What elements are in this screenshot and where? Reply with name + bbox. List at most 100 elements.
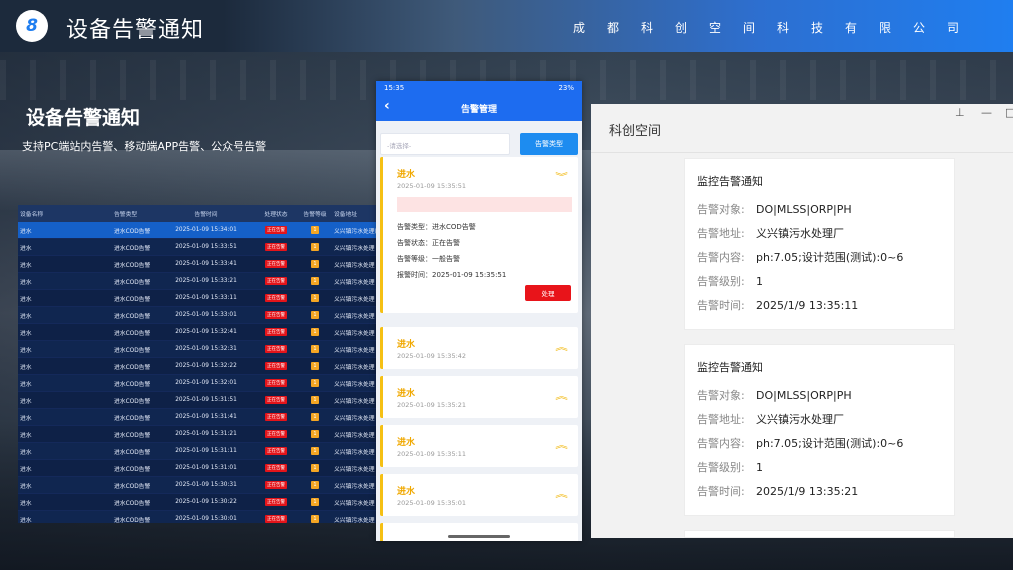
cell-alarm-type: 进水COD告警 — [114, 415, 151, 422]
chevron-up-icon[interactable]: ︽ — [555, 340, 568, 353]
handle-button[interactable]: 处理 — [525, 285, 571, 301]
alarm-notice-card[interactable]: 监控告警通知 告警对象: DO|MLSS|ORP|PH 告警地址: 义兴镇污水处理厂… — [684, 158, 955, 330]
table-row[interactable]: 进水 进水COD告警 2025-01-09 15:33:41 正在告警 1 义兴镇污水处理 — [18, 256, 378, 273]
card-title: 进水 — [397, 487, 416, 497]
status-badge: 正在告警 — [265, 345, 287, 353]
chevron-down-icon[interactable]: ︾ — [555, 170, 568, 183]
table-row[interactable]: 进水 进水COD告警 2025-01-09 15:34:01 正在告警 1 义兴镇污水处理… — [18, 222, 378, 239]
table-row[interactable]: 进水 进水COD告警 2025-01-09 15:31:01 正在告警 1 义兴镇污水处理 — [18, 460, 378, 477]
table-row[interactable]: 进水 进水COD告警 2025-01-09 15:30:01 正在告警 1 义兴镇污水处理 — [18, 511, 378, 523]
col-status[interactable]: 处理状态 — [256, 209, 296, 218]
status-badge: 正在告警 — [265, 447, 287, 455]
cell-alarm-type: 进水COD告警 — [114, 517, 151, 524]
slide-number-badge: 8 — [16, 10, 48, 42]
table-row[interactable]: 进水 进水COD告警 2025-01-09 15:33:51 正在告警 1 义兴镇污水处理 — [18, 239, 378, 256]
level-badge: 1 — [311, 260, 319, 268]
cell-device-name: 进水 — [20, 381, 32, 388]
status-badge: 正在告警 — [265, 294, 287, 302]
col-level[interactable]: 告警等级 — [296, 209, 334, 218]
cell-device-name: 进水 — [20, 483, 32, 490]
card-title: 进水 — [397, 438, 416, 448]
alarm-notice-card[interactable]: 监控告警通知 告警对象: DO|MLSS|ORP|PH 告警地址: 义兴镇污水处理厂… — [684, 344, 955, 516]
col-address[interactable]: 设备地址 — [334, 209, 378, 218]
phone-status-bar: 15:35 23% — [376, 81, 582, 95]
cell-level: 1 — [296, 515, 334, 523]
table-row[interactable]: 进水 进水COD告警 2025-01-09 15:30:22 正在告警 1 义兴镇污水处理 — [18, 494, 378, 511]
card-time: 2025-01-09 15:35:11 — [397, 450, 467, 458]
cell-alarm-type: 进水COD告警 — [114, 381, 151, 388]
card-time: 2025-01-09 15:35:51 — [397, 182, 467, 190]
cell-status: 正在告警 — [256, 481, 296, 489]
cell-alarm-time: 2025-01-09 15:31:41 — [175, 414, 237, 420]
table-row[interactable]: 进水 进水COD告警 2025-01-09 15:33:21 正在告警 1 义兴镇污水处理 — [18, 273, 378, 290]
notice-object-row: 告警对象: DO|MLSS|ORP|PH — [697, 387, 852, 403]
table-row[interactable]: 进水 进水COD告警 2025-01-09 15:31:51 正在告警 1 义兴镇污水处理 — [18, 392, 378, 409]
status-badge: 正在告警 — [265, 311, 287, 319]
pc-alarm-table: 设备名称 告警类型 告警时间 处理状态 告警等级 设备地址 进水 进水COD告警 2… — [18, 205, 378, 523]
chevron-up-icon[interactable]: ︽ — [555, 389, 568, 402]
cell-status: 正在告警 — [256, 294, 296, 302]
level-badge: 1 — [311, 226, 319, 234]
level-badge: 1 — [311, 413, 319, 421]
table-row[interactable]: 进水 进水COD告警 2025-01-09 15:33:01 正在告警 1 义兴镇污水处理 — [18, 307, 378, 324]
col-alarm-time[interactable]: 告警时间 — [156, 209, 256, 218]
cell-alarm-time: 2025-01-09 15:31:51 — [175, 397, 237, 403]
cell-alarm-time: 2025-01-09 15:30:31 — [175, 482, 237, 488]
label: 告警级别: — [697, 461, 745, 474]
alarm-card-partial[interactable] — [380, 523, 578, 541]
cell-level: 1 — [296, 430, 334, 438]
table-row[interactable]: 进水 进水COD告警 2025-01-09 15:32:31 正在告警 1 义兴镇污水处理 — [18, 341, 378, 358]
maximize-icon[interactable]: □ — [1005, 106, 1013, 119]
intro-subtitle: 支持PC端站内告警、移动端APP告警、公众号告警 — [22, 140, 267, 153]
cell-alarm-time: 2025-01-09 15:33:11 — [175, 295, 237, 301]
cell-address: 义兴镇污水处理 — [334, 483, 375, 490]
table-row[interactable]: 进水 进水COD告警 2025-01-09 15:31:41 正在告警 1 义兴镇污水处理 — [18, 409, 378, 426]
table-row[interactable]: 进水 进水COD告警 2025-01-09 15:31:11 正在告警 1 义兴镇污水处理 — [18, 443, 378, 460]
cell-status: 正在告警 — [256, 243, 296, 251]
table-row[interactable]: 进水 进水COD告警 2025-01-09 15:32:41 正在告警 1 义兴镇污水处理 — [18, 324, 378, 341]
level-badge: 1 — [311, 243, 319, 251]
notice-content-row: 告警内容: ph:7.05;设计范围(测试):0~6 — [697, 249, 903, 265]
notice-address-row: 告警地址: 义兴镇污水处理厂 — [697, 411, 844, 427]
value: 2025/1/9 13:35:21 — [756, 485, 859, 498]
window-title: 科创空间 — [609, 124, 662, 139]
alarm-card[interactable]: 进水 2025-01-09 15:35:42 ︽ — [380, 327, 578, 369]
col-device-name[interactable]: 设备名称 — [18, 209, 58, 218]
cell-alarm-time: 2025-01-09 15:32:41 — [175, 329, 237, 335]
table-row[interactable]: 进水 进水COD告警 2025-01-09 15:32:22 正在告警 1 义兴镇污水处理 — [18, 358, 378, 375]
notice-heading: 监控告警通知 — [697, 361, 763, 374]
chevron-up-icon[interactable]: ︽ — [555, 438, 568, 451]
alarm-type-button[interactable]: 告警类型 — [520, 133, 578, 155]
cell-status: 正在告警 — [256, 226, 296, 234]
table-row[interactable]: 进水 进水COD告警 2025-01-09 15:32:01 正在告警 1 义兴镇污水处理 — [18, 375, 378, 392]
alarm-card[interactable]: 进水 2025-01-09 15:35:21 ︽ — [380, 376, 578, 418]
cell-status: 正在告警 — [256, 260, 296, 268]
pin-icon[interactable]: ⊥ — [955, 106, 965, 119]
cell-address: 义兴镇污水处理 — [334, 347, 375, 354]
table-row[interactable]: 进水 进水COD告警 2025-01-09 15:31:21 正在告警 1 义兴镇污水处理 — [18, 426, 378, 443]
alarm-card[interactable]: 进水 2025-01-09 15:35:11 ︽ — [380, 425, 578, 467]
level-badge: 1 — [311, 328, 319, 336]
filter-select[interactable]: -请选择- — [380, 133, 510, 155]
cell-address: 义兴镇污水处理 — [334, 364, 375, 371]
cell-level: 1 — [296, 260, 334, 268]
home-indicator — [448, 535, 510, 538]
cell-device-name: 进水 — [20, 466, 32, 473]
alarm-notice-card-partial[interactable] — [684, 530, 955, 538]
cell-address: 义兴镇污水处理 — [334, 381, 375, 388]
chevron-up-icon[interactable]: ︽ — [555, 487, 568, 500]
table-row[interactable]: 进水 进水COD告警 2025-01-09 15:30:31 正在告警 1 义兴镇污水处理 — [18, 477, 378, 494]
alarm-card[interactable]: 进水 2025-01-09 15:35:01 ︽ — [380, 474, 578, 516]
cell-alarm-type: 进水COD告警 — [114, 296, 151, 303]
label: 告警地址: — [697, 227, 745, 240]
label: 告警级别: — [697, 275, 745, 288]
back-arrow-icon[interactable]: ‹ — [384, 98, 390, 114]
level-badge: 1 — [311, 498, 319, 506]
minimize-icon[interactable]: — — [981, 106, 992, 119]
col-alarm-type[interactable]: 告警类型 — [58, 209, 156, 218]
table-row[interactable]: 进水 进水COD告警 2025-01-09 15:33:11 正在告警 1 义兴镇污水处理 — [18, 290, 378, 307]
status-badge: 正在告警 — [265, 226, 287, 234]
alarm-card-expanded[interactable]: 进水 2025-01-09 15:35:51 ︾ 告警类型：进水COD告警 告警… — [380, 157, 578, 313]
status-badge: 正在告警 — [265, 328, 287, 336]
cell-alarm-type: 进水COD告警 — [114, 364, 151, 371]
